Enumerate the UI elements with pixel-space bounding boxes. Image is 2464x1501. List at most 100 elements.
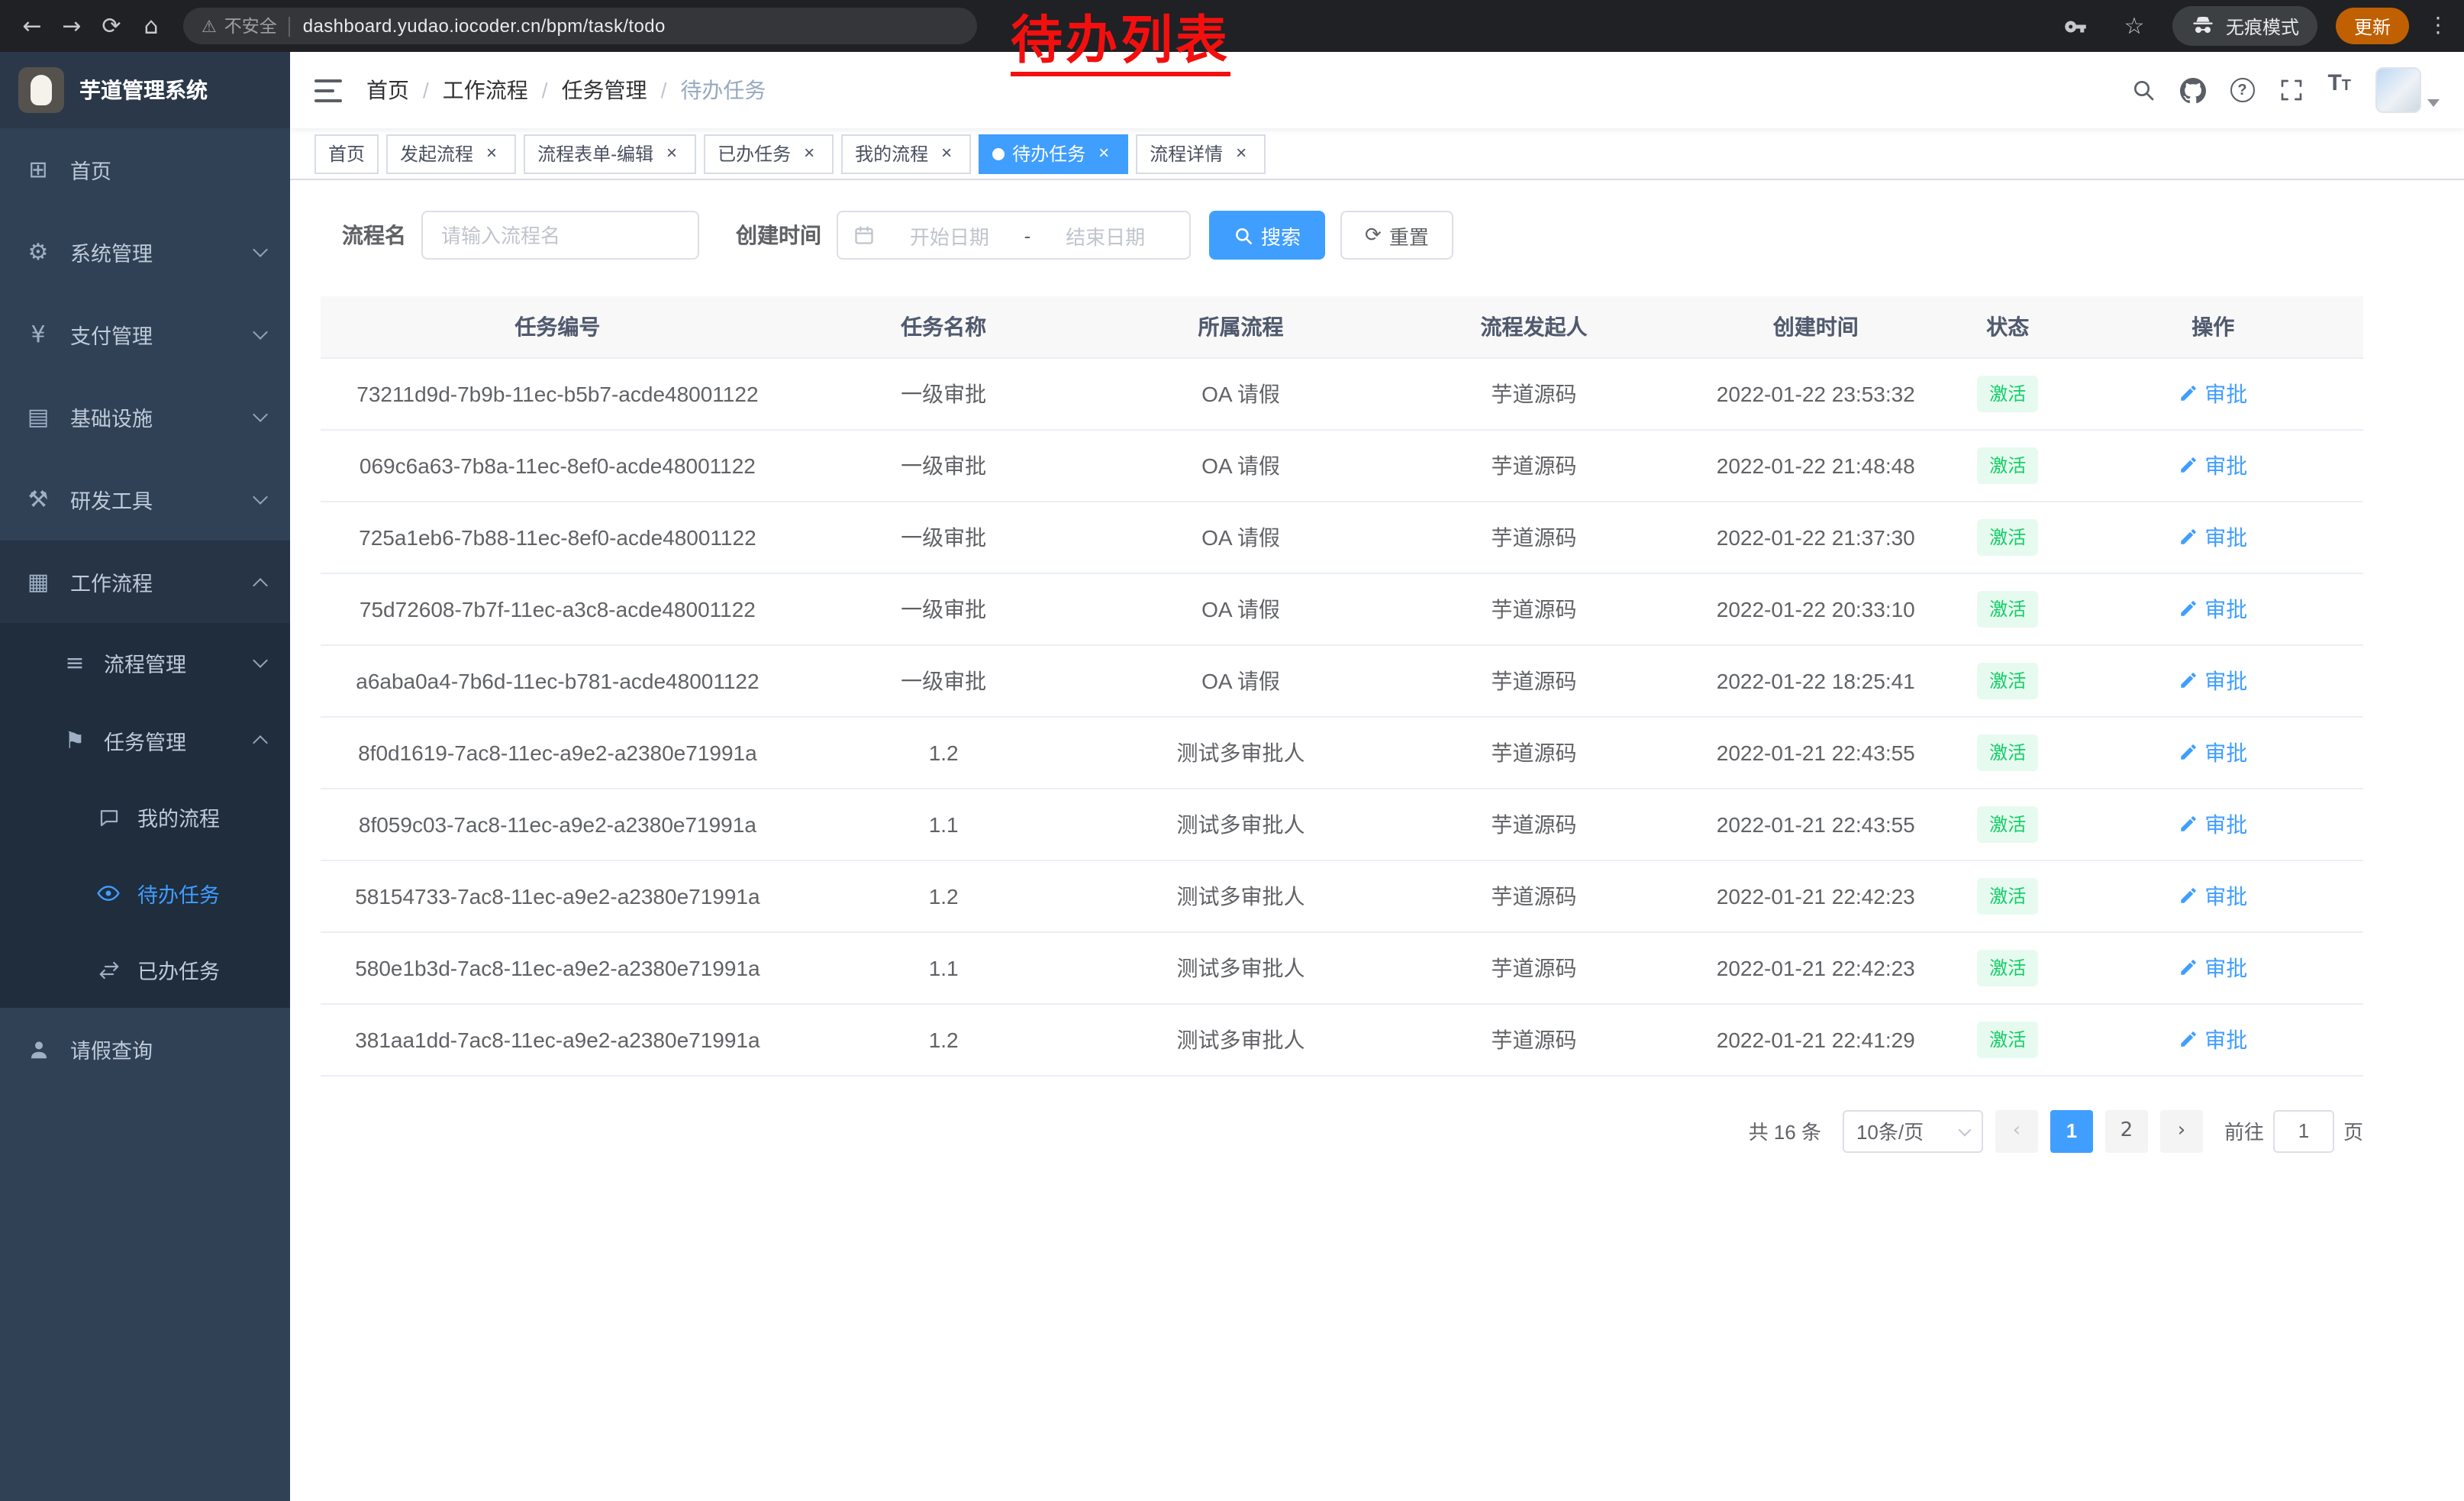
tab-close-icon[interactable]: × — [936, 143, 957, 164]
tab-close-icon[interactable]: × — [481, 143, 502, 164]
edit-pencil-icon — [2179, 742, 2198, 762]
tab[interactable]: 首页 — [314, 134, 379, 173]
tab-label: 发起流程 — [400, 140, 473, 166]
approve-link[interactable]: 审批 — [2179, 378, 2247, 408]
tab[interactable]: 我的流程 × — [841, 134, 971, 173]
top-navbar: 首页 / 工作流程 / 任务管理 / 待办任务 ? TT — [290, 52, 2464, 128]
next-page-button[interactable]: › — [2160, 1109, 2203, 1152]
prev-page-button[interactable]: ‹ — [1995, 1109, 2038, 1152]
sidebar-item-workflow[interactable]: ▦ 工作流程 — [0, 541, 290, 623]
search-button[interactable]: 搜索 — [1209, 211, 1325, 260]
table-header-row: 任务编号 任务名称 所属流程 流程发起人 创建时间 状态 操作 — [321, 296, 2363, 357]
workflow-submenu: ≡ 流程管理 ⚑ 任务管理 我的流程 待办任务 — [0, 623, 290, 1008]
reload-icon[interactable]: ⟳ — [92, 6, 131, 46]
cell-task-name: 1.1 — [795, 788, 1093, 860]
update-button[interactable]: 更新 — [2336, 8, 2409, 44]
sidebar-item-todo-tasks[interactable]: 待办任务 — [0, 855, 290, 931]
search-icon[interactable] — [2130, 70, 2155, 110]
home-icon[interactable]: ⌂ — [131, 6, 171, 46]
end-date-placeholder: 结束日期 — [1037, 221, 1174, 250]
page-size-select[interactable]: 10条/页 — [1843, 1109, 1983, 1152]
cell-task-id: 069c6a63-7b8a-11ec-8ef0-acde48001122 — [321, 429, 795, 501]
font-size-icon[interactable]: TT — [2327, 70, 2351, 110]
approve-link[interactable]: 审批 — [2179, 665, 2247, 696]
sidebar-item-payment[interactable]: ¥ 支付管理 — [0, 293, 290, 376]
browser-menu-icon[interactable]: ⋮ — [2427, 14, 2449, 38]
tab[interactable]: 待办任务 × — [979, 134, 1128, 173]
tab-close-icon[interactable]: × — [661, 143, 682, 164]
breadcrumb-workflow[interactable]: 工作流程 — [443, 75, 528, 105]
bookmark-star-icon[interactable]: ☆ — [2114, 6, 2154, 46]
help-icon[interactable]: ? — [2230, 70, 2254, 110]
tab[interactable]: 已办任务 × — [704, 134, 834, 173]
tab[interactable]: 流程表单-编辑 × — [524, 134, 696, 173]
tab[interactable]: 流程详情 × — [1136, 134, 1266, 173]
cell-process: OA 请假 — [1093, 429, 1389, 501]
forward-icon[interactable]: → — [52, 6, 92, 46]
caret-down-icon — [2427, 99, 2440, 107]
user-menu[interactable] — [2375, 67, 2440, 113]
sidebar: 芋道管理系统 ⊞ 首页 ⚙ 系统管理 ¥ 支付管理 ▤ 基础设施 ⚒ 研发工具 … — [0, 52, 290, 1501]
date-range-picker[interactable]: 开始日期 - 结束日期 — [837, 211, 1191, 260]
key-icon[interactable] — [2056, 6, 2096, 46]
edit-pencil-icon — [2179, 886, 2198, 905]
col-actions: 操作 — [2063, 296, 2363, 357]
breadcrumb: 首页 / 工作流程 / 任务管理 / 待办任务 — [366, 75, 766, 105]
sidebar-item-home[interactable]: ⊞ 首页 — [0, 128, 290, 211]
approve-link[interactable]: 审批 — [2179, 521, 2247, 552]
cell-task-id: a6aba0a4-7b6d-11ec-b781-acde48001122 — [321, 644, 795, 716]
github-icon[interactable] — [2179, 70, 2205, 110]
gear-icon: ⚙ — [24, 238, 52, 266]
cell-initiator: 芋道源码 — [1389, 573, 1679, 644]
cell-process: OA 请假 — [1093, 357, 1389, 429]
sidebar-item-task-mgmt[interactable]: ⚑ 任务管理 — [0, 701, 290, 779]
cell-task-name: 一级审批 — [795, 644, 1093, 716]
table-row: 8f0d1619-7ac8-11ec-a9e2-a2380e71991a 1.2… — [321, 716, 2363, 788]
tab-close-icon[interactable]: × — [798, 143, 820, 164]
sidebar-item-devtools[interactable]: ⚒ 研发工具 — [0, 458, 290, 541]
status-badge: 激活 — [1977, 877, 2038, 914]
cell-task-name: 1.2 — [795, 860, 1093, 931]
url-bar[interactable]: ⚠ 不安全 dashboard.yudao.iocoder.cn/bpm/tas… — [183, 8, 977, 44]
cell-task-id: 8f0d1619-7ac8-11ec-a9e2-a2380e71991a — [321, 716, 795, 788]
approve-link[interactable]: 审批 — [2179, 809, 2247, 839]
approve-link[interactable]: 审批 — [2179, 450, 2247, 480]
goto-page-input[interactable] — [2273, 1109, 2334, 1152]
edit-pencil-icon — [2179, 455, 2198, 475]
sidebar-toggle-icon[interactable] — [314, 79, 342, 102]
page-1-button[interactable]: 1 — [2050, 1109, 2093, 1152]
reset-button[interactable]: ⟳ 重置 — [1340, 211, 1453, 260]
sidebar-item-process-mgmt[interactable]: ≡ 流程管理 — [0, 623, 290, 701]
approve-link[interactable]: 审批 — [2179, 737, 2247, 767]
approve-link[interactable]: 审批 — [2179, 952, 2247, 983]
tab-close-icon[interactable]: × — [1230, 143, 1252, 164]
approve-link[interactable]: 审批 — [2179, 593, 2247, 624]
sidebar-item-my-process[interactable]: 我的流程 — [0, 779, 290, 855]
cell-process: 测试多审批人 — [1093, 788, 1389, 860]
col-initiator: 流程发起人 — [1389, 296, 1679, 357]
edit-pencil-icon — [2179, 527, 2198, 547]
sidebar-item-done-tasks[interactable]: 已办任务 — [0, 931, 290, 1008]
chrome-actions: ☆ 无痕模式 更新 ⋮ — [2056, 6, 2452, 46]
cell-created: 2022-01-21 22:41:29 — [1679, 1003, 1953, 1075]
sidebar-item-leave-query[interactable]: 请假查询 — [0, 1008, 290, 1090]
page-2-button[interactable]: 2 — [2105, 1109, 2148, 1152]
cell-task-name: 一级审批 — [795, 573, 1093, 644]
yen-icon: ¥ — [24, 321, 52, 348]
tab[interactable]: 发起流程 × — [386, 134, 516, 173]
breadcrumb-task-mgmt[interactable]: 任务管理 — [562, 75, 647, 105]
app-logo[interactable]: 芋道管理系统 — [0, 52, 290, 128]
approve-link[interactable]: 审批 — [2179, 1024, 2247, 1054]
user-avatar[interactable] — [2375, 67, 2421, 113]
tab-close-icon[interactable]: × — [1093, 143, 1114, 164]
sidebar-item-infrastructure[interactable]: ▤ 基础设施 — [0, 376, 290, 458]
approve-link[interactable]: 审批 — [2179, 880, 2247, 911]
table-row: 75d72608-7b7f-11ec-a3c8-acde48001122 一级审… — [321, 573, 2363, 644]
breadcrumb-home[interactable]: 首页 — [366, 75, 409, 105]
back-icon[interactable]: ← — [12, 6, 52, 46]
process-name-input[interactable] — [421, 211, 699, 260]
fullscreen-icon[interactable] — [2279, 70, 2303, 110]
table-row: a6aba0a4-7b6d-11ec-b781-acde48001122 一级审… — [321, 644, 2363, 716]
sidebar-item-system[interactable]: ⚙ 系统管理 — [0, 211, 290, 293]
edit-pencil-icon — [2179, 1029, 2198, 1049]
